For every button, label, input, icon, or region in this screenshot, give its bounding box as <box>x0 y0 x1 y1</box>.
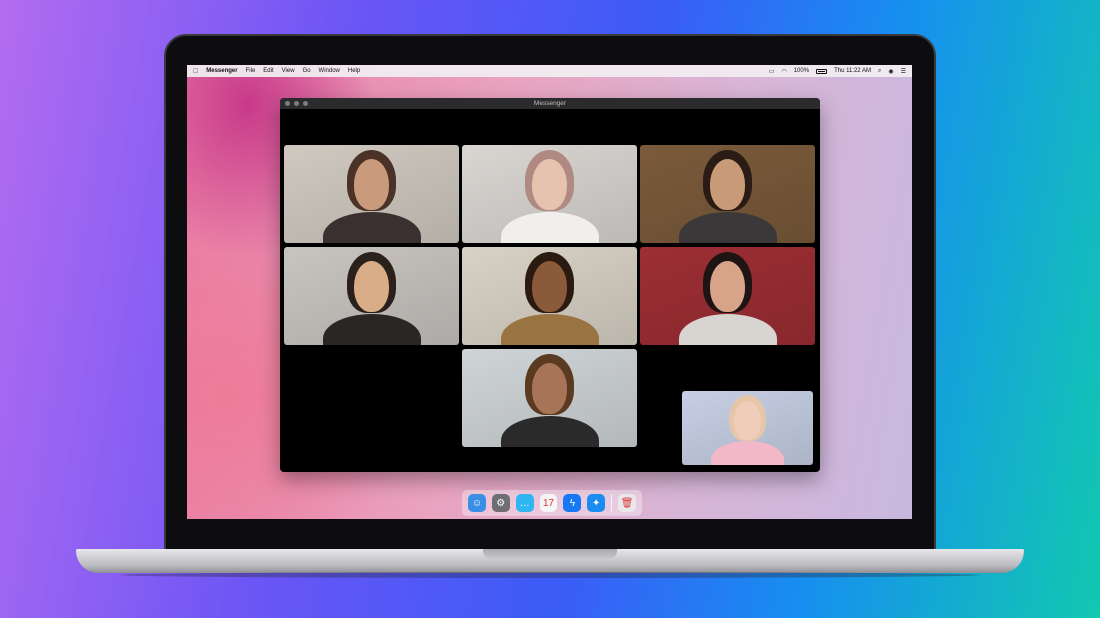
notification-center-icon[interactable]: ☰ <box>901 68 906 75</box>
laptop-notch <box>483 549 617 559</box>
dock-separator <box>611 494 613 512</box>
messenger-icon[interactable]: ϟ <box>563 494 582 512</box>
participant-body <box>678 211 777 243</box>
menu-file[interactable]: File <box>246 68 256 74</box>
participant-body <box>500 313 599 345</box>
wifi-icon[interactable]: ◠ <box>781 68 786 75</box>
user-icon[interactable]: ◉ <box>888 68 893 75</box>
menu-clock[interactable]: Thu 11:22 AM <box>834 68 871 74</box>
participant-face <box>354 260 389 312</box>
participant-face <box>532 362 567 414</box>
window-title: Messenger <box>533 100 567 107</box>
system-preferences-icon[interactable]: ⚙ <box>491 494 510 512</box>
participant-body <box>500 211 599 243</box>
battery-icon[interactable] <box>816 68 828 74</box>
dock: ☺ ⚙ … 17 ϟ ✦ 🗑 <box>462 490 642 516</box>
window-titlebar[interactable]: Messenger <box>280 98 820 109</box>
menu-edit[interactable]: Edit <box>263 68 273 74</box>
trash-icon[interactable]: 🗑 <box>618 494 636 512</box>
battery-percent[interactable]: 100% <box>794 68 809 74</box>
participant-face <box>734 401 761 440</box>
participant-face <box>710 260 745 312</box>
participant-body <box>710 441 785 465</box>
menu-app-name[interactable]: Messenger <box>206 68 237 74</box>
finder-icon[interactable]: ☺ <box>468 494 486 512</box>
video-tile[interactable] <box>284 247 459 345</box>
video-tile[interactable] <box>462 145 637 243</box>
apple-logo-icon[interactable]:  <box>193 68 198 75</box>
participant-face <box>710 158 745 210</box>
calendar-icon[interactable]: 17 <box>539 494 558 512</box>
participant-body <box>322 313 421 345</box>
participant-body <box>678 313 777 345</box>
spotlight-search-icon[interactable]: ⌕ <box>878 68 881 75</box>
menu-window[interactable]: Window <box>319 68 340 74</box>
participant-face <box>354 158 389 210</box>
safari-icon[interactable]: ✦ <box>587 494 606 512</box>
menu-status-area: ▭ ◠ 100% Thu 11:22 AM ⌕ ◉ ☰ <box>769 68 906 75</box>
participant-body <box>500 415 599 447</box>
participant-face <box>532 260 567 312</box>
video-tile[interactable] <box>640 145 815 243</box>
participant-face <box>532 158 567 210</box>
laptop-shadow <box>120 572 980 578</box>
messenger-window: Messenger <box>280 98 820 472</box>
self-view-tile[interactable] <box>682 391 813 465</box>
video-tile[interactable] <box>462 349 637 447</box>
participant-body <box>322 211 421 243</box>
desktop-screen:  Messenger File Edit View Go Window Hel… <box>187 65 912 519</box>
video-tile[interactable] <box>284 145 459 243</box>
menu-go[interactable]: Go <box>303 68 311 74</box>
menu-help[interactable]: Help <box>348 68 360 74</box>
menu-view[interactable]: View <box>282 68 295 74</box>
airplay-icon[interactable]: ▭ <box>769 68 775 75</box>
messages-icon[interactable]: … <box>515 494 534 512</box>
menu-bar:  Messenger File Edit View Go Window Hel… <box>187 65 912 77</box>
video-tile[interactable] <box>640 247 815 345</box>
video-tile[interactable] <box>462 247 637 345</box>
